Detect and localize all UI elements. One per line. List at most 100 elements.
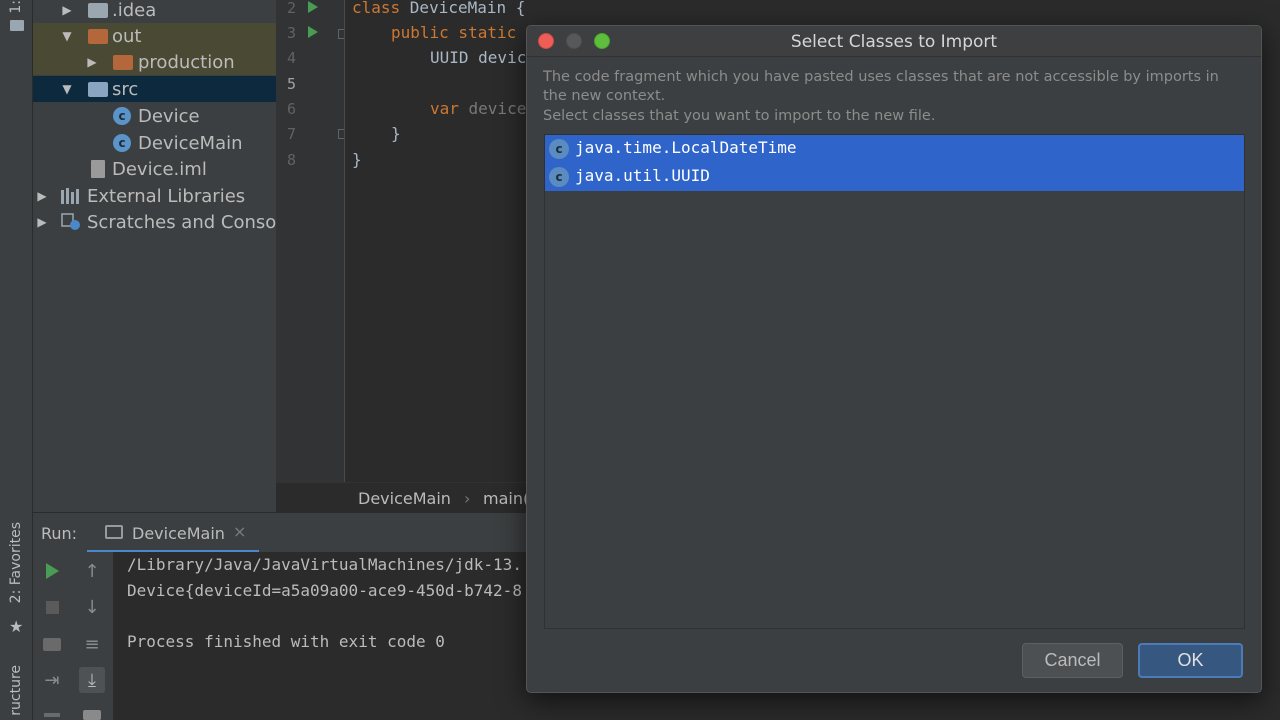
tree-item-idea[interactable]: ▶ .idea — [33, 0, 276, 23]
chevron-right-icon[interactable]: ▶ — [35, 215, 49, 229]
code-line-3: public static — [391, 23, 516, 42]
tree-item-device[interactable]: c Device — [33, 103, 276, 129]
login-icon: ⇥ — [44, 669, 60, 691]
project-folder-icon — [10, 20, 24, 31]
tree-item-production[interactable]: ▶ production — [33, 49, 276, 75]
tree-item-label: Device — [138, 105, 200, 127]
tree-item-label: Device.iml — [112, 158, 207, 180]
dump-threads-button[interactable] — [39, 631, 65, 657]
code-line-2: class DeviceMain { — [352, 0, 525, 17]
class-name: java.time.LocalDateTime — [575, 138, 797, 157]
scroll-down-button[interactable]: ↓ — [79, 594, 105, 620]
run-gutter-icon[interactable] — [308, 26, 318, 38]
folder-icon — [88, 3, 108, 18]
class-icon: c — [549, 139, 569, 159]
console-line: /Library/Java/JavaVirtualMachines/jdk-13… — [127, 555, 522, 574]
class-list[interactable]: c java.time.LocalDateTime c java.util.UU… — [544, 134, 1245, 629]
project-tool-button[interactable]: 1: — [8, 0, 24, 14]
editor-breadcrumb: DeviceMain › main( — [276, 482, 530, 512]
tool-window-stripe: 1: 2: Favorites ★ ructure — [0, 0, 33, 720]
stop-button[interactable] — [39, 594, 65, 620]
dialog-description: the new context. — [543, 88, 666, 104]
code-line-6: var device — [430, 99, 526, 118]
breadcrumb-item[interactable]: main( — [483, 489, 529, 508]
project-tree: ▶ .idea ▼ out ▶ production ▼ src c Devic… — [33, 0, 276, 512]
line-number: 7 — [286, 125, 296, 143]
select-classes-dialog: Select Classes to Import The code fragme… — [526, 25, 1262, 693]
chevron-down-icon[interactable]: ▼ — [60, 29, 74, 43]
libraries-icon — [61, 188, 81, 204]
console-icon — [105, 525, 123, 539]
code-line-7: } — [391, 124, 401, 143]
keyword-token: public static — [391, 23, 517, 42]
editor-gutter: 2 3 4 5 6 7 8 — [276, 0, 348, 482]
soft-wrap-icon: ≡ — [84, 633, 100, 655]
scroll-to-end-button[interactable]: ⤓ — [79, 667, 105, 693]
tree-item-label: DeviceMain — [138, 132, 243, 154]
tree-item-external-libraries[interactable]: ▶ External Libraries — [33, 183, 276, 209]
breadcrumb-item[interactable]: DeviceMain — [358, 489, 451, 508]
dialog-description: The code fragment which you have pasted … — [543, 69, 1219, 85]
tree-item-src[interactable]: ▼ src — [33, 76, 276, 102]
close-icon[interactable]: × — [233, 522, 246, 541]
tree-item-label: out — [112, 25, 142, 47]
arrow-up-icon: ↑ — [84, 560, 100, 582]
favorites-tool-button[interactable]: 2: Favorites — [8, 522, 24, 603]
printer-icon — [83, 710, 101, 720]
scroll-up-button[interactable]: ↑ — [79, 558, 105, 584]
chevron-right-icon[interactable]: ▶ — [85, 55, 99, 69]
chevron-down-icon[interactable]: ▼ — [60, 82, 74, 96]
run-tab-label: DeviceMain — [132, 524, 225, 543]
dialog-title: Select Classes to Import — [790, 32, 998, 52]
run-tab-devicemain[interactable]: DeviceMain × — [87, 513, 259, 553]
line-number: 2 — [286, 0, 296, 17]
line-number: 8 — [286, 151, 296, 169]
dialog-titlebar[interactable]: Select Classes to Import — [527, 26, 1261, 57]
run-toolbar: ↑ ↓ ≡ ⇥ ⤓ — [33, 552, 113, 720]
dialog-instruction: Select classes that you want to import t… — [543, 108, 936, 124]
run-panel-header: Run: DeviceMain × — [33, 512, 530, 553]
tree-item-out[interactable]: ▼ out — [33, 23, 276, 49]
console-line: Process finished with exit code 0 — [127, 632, 445, 651]
ok-button[interactable]: OK — [1138, 643, 1243, 678]
settings-button[interactable] — [39, 702, 65, 720]
gear-icon — [44, 713, 60, 717]
scratches-icon — [61, 213, 80, 230]
tree-item-scratches[interactable]: ▶ Scratches and Consol — [33, 209, 276, 235]
console-output[interactable]: /Library/Java/JavaVirtualMachines/jdk-13… — [113, 552, 530, 720]
play-icon — [45, 563, 59, 579]
list-item[interactable]: c java.time.LocalDateTime — [545, 135, 1244, 163]
tree-item-label: External Libraries — [87, 185, 246, 207]
code-editor[interactable]: class DeviceMain { public static UUID de… — [344, 0, 530, 482]
chevron-right-icon[interactable]: ▶ — [35, 189, 49, 203]
keyword-token: class — [352, 0, 410, 17]
tree-item-devicemain[interactable]: c DeviceMain — [33, 130, 276, 156]
scroll-to-end-icon: ⤓ — [88, 669, 96, 691]
run-gutter-icon[interactable] — [308, 1, 318, 13]
run-panel-title: Run: — [41, 524, 78, 543]
keyword-token: var — [430, 99, 469, 118]
cancel-button[interactable]: Cancel — [1022, 643, 1123, 678]
arrow-down-icon: ↓ — [84, 596, 100, 618]
print-button[interactable] — [79, 702, 105, 720]
tree-item-label: Scratches and Consol — [87, 211, 276, 233]
class-icon: c — [113, 107, 131, 125]
console-line: Device{deviceId=a5a09a00-ace9-450d-b742-… — [127, 581, 522, 600]
star-icon: ★ — [9, 617, 24, 636]
rerun-button[interactable] — [39, 558, 65, 584]
tree-item-label: production — [138, 51, 235, 73]
runnable-class-icon: c — [113, 134, 131, 152]
tree-item-label: .idea — [112, 0, 157, 21]
class-name: java.util.UUID — [575, 166, 710, 185]
chevron-right-icon[interactable]: ▶ — [60, 3, 74, 17]
line-number: 3 — [286, 24, 296, 42]
code-token: DeviceMain { — [409, 0, 526, 17]
list-item[interactable]: c java.util.UUID — [545, 163, 1244, 191]
soft-wrap-button[interactable]: ≡ — [79, 631, 105, 657]
tree-item-device-iml[interactable]: Device.iml — [33, 156, 276, 182]
structure-tool-button[interactable]: ructure — [8, 665, 24, 716]
class-icon: c — [549, 167, 569, 187]
excluded-folder-icon — [113, 55, 133, 70]
excluded-folder-icon — [88, 29, 108, 44]
restore-layout-button[interactable]: ⇥ — [39, 667, 65, 693]
